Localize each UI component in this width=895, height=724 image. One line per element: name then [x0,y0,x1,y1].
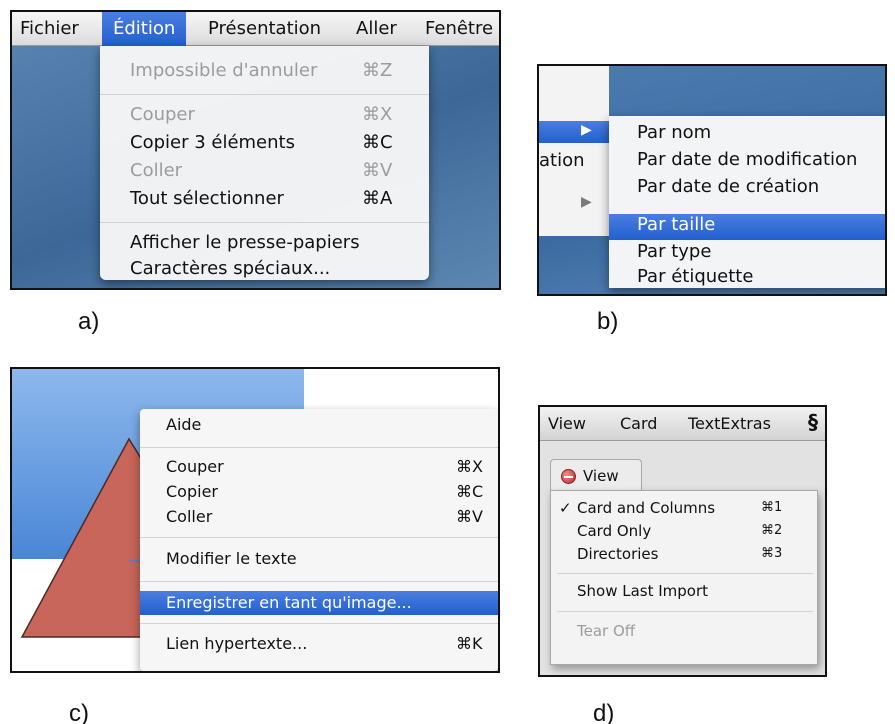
sort-by-type[interactable]: Par type [637,241,711,262]
special-characters-item[interactable]: Caractères spéciaux... [130,258,330,279]
cut-item[interactable]: Couper [130,104,195,125]
separator [557,573,813,574]
menu-card[interactable]: Card [620,414,657,433]
hyperlink-item[interactable]: Lien hypertexte... [166,634,307,653]
parent-selected-item[interactable]: ▶ [539,121,609,143]
menu-textextras[interactable]: TextExtras [688,414,771,433]
panel-b-sort-submenu: ▶ ation ▶ Par nom Par date de modificati… [537,64,887,296]
separator [100,94,429,95]
cut-shortcut: ⌘X [456,457,483,476]
hyperlink-shortcut: ⌘K [456,634,483,653]
paste-item[interactable]: Coller [166,507,212,526]
separator [140,447,498,448]
view-menu-tab[interactable]: View [550,459,642,491]
edit-dropdown: Impossible d'annuler ⌘Z Couper ⌘X Copier… [100,46,429,280]
caption-b: b) [597,308,619,335]
sort-submenu: Par nom Par date de modification Par dat… [609,116,885,288]
script-menu-icon[interactable]: § [808,410,818,434]
submenu-arrow-icon: ▶ [581,194,592,210]
cut-item[interactable]: Couper [166,457,224,476]
sort-by-modified-date[interactable]: Par date de modification [637,149,857,170]
menu-fichier[interactable]: Fichier [20,12,79,46]
separator [140,537,498,538]
help-item[interactable]: Aide [166,415,201,434]
card-only-shortcut: ⌘2 [761,523,783,538]
caption-c: c) [69,700,89,724]
card-only-item[interactable]: Card Only [577,522,651,540]
copy-item[interactable]: Copier [166,482,218,501]
sort-by-name[interactable]: Par nom [637,122,711,143]
copy-shortcut: ⌘C [456,482,484,501]
sort-by-label[interactable]: Par étiquette [637,266,753,287]
panel-a-edit-menu: Fichier Édition Présentation Aller Fenêt… [10,10,501,290]
panel-c-context-menu: Aide Couper ⌘X Copier ⌘C Coller ⌘V Modif… [10,367,500,673]
separator [557,611,813,612]
cut-shortcut: ⌘X [362,104,393,125]
menu-bar: View Card TextExtras § [540,407,825,441]
card-and-columns-item[interactable]: Card and Columns [577,499,715,517]
copy-item[interactable]: Copier 3 éléments [130,132,295,153]
tear-off-ball-icon [561,469,576,484]
select-all-shortcut: ⌘A [362,188,393,209]
copy-shortcut: ⌘C [362,132,393,153]
parent-menu: ▶ ation ▶ [539,66,609,236]
menu-fenetre[interactable]: Fenêtre [425,12,493,46]
caption-a: a) [78,308,100,335]
view-dropdown: ✓ Card and Columns ⌘1 Card Only ⌘2 Direc… [550,490,818,665]
menu-presentation[interactable]: Présentation [208,12,321,46]
separator [140,581,498,582]
parent-item-label[interactable]: ation [539,150,585,171]
panel-d-view-menu: View Card TextExtras § View ✓ Card and C… [538,405,827,677]
checkmark-icon: ✓ [559,499,572,517]
paste-item[interactable]: Coller [130,160,182,181]
menu-bar: Fichier Édition Présentation Aller Fenêt… [12,12,499,46]
tear-off-item[interactable]: Tear Off [577,622,635,640]
separator [100,222,429,223]
menu-view[interactable]: View [548,414,586,433]
directories-shortcut: ⌘3 [761,546,783,561]
menu-edition[interactable]: Édition [102,12,187,46]
context-menu: Aide Couper ⌘X Copier ⌘C Coller ⌘V Modif… [140,409,498,671]
paste-shortcut: ⌘V [456,507,483,526]
select-all-item[interactable]: Tout sélectionner [130,188,284,209]
separator [140,623,498,624]
submenu-arrow-icon: ▶ [581,122,592,138]
sort-by-created-date[interactable]: Par date de création [637,176,819,197]
undo-item[interactable]: Impossible d'annuler [130,60,317,81]
show-clipboard-item[interactable]: Afficher le presse-papiers [130,232,360,253]
card-and-columns-shortcut: ⌘1 [761,500,783,515]
show-last-import-item[interactable]: Show Last Import [577,582,708,600]
undo-shortcut: ⌘Z [362,60,393,81]
caption-d: d) [593,700,615,724]
save-as-image-item[interactable]: Enregistrer en tant qu'image... [166,593,412,612]
menu-aller[interactable]: Aller [356,12,397,46]
edit-text-item[interactable]: Modifier le texte [166,549,297,568]
paste-shortcut: ⌘V [362,160,393,181]
directories-item[interactable]: Directories [577,545,658,563]
view-tab-label: View [583,467,619,485]
sort-by-size[interactable]: Par taille [637,214,715,235]
